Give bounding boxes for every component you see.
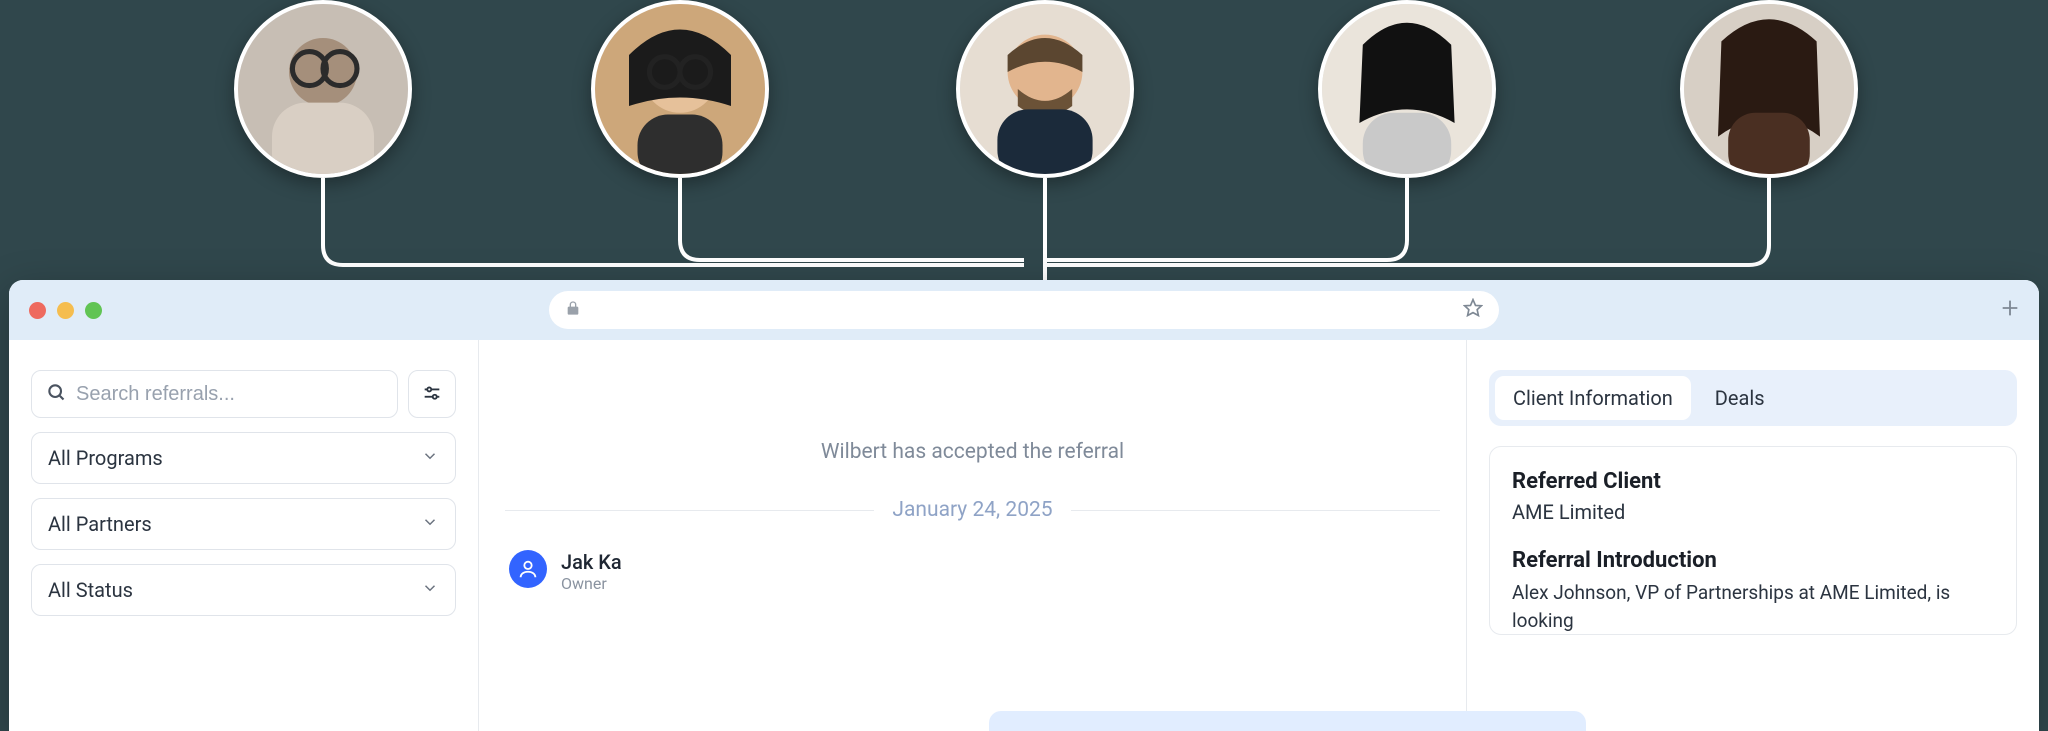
filter-status-select[interactable]: All Status [31, 564, 456, 616]
date-separator: January 24, 2025 [505, 498, 1440, 522]
filter-programs-label: All Programs [48, 446, 163, 470]
referral-intro-heading: Referral Introduction [1512, 548, 1994, 573]
chevron-down-icon [421, 512, 439, 536]
filter-programs-select[interactable]: All Programs [31, 432, 456, 484]
message-bubble [989, 711, 1586, 731]
chevron-down-icon [421, 446, 439, 470]
detail-panel: Client Information Deals Referred Client… [1467, 340, 2039, 731]
tab-client-information-label: Client Information [1513, 386, 1673, 410]
message-meta: Jak Ka Owner [561, 550, 622, 593]
message-user-role: Owner [561, 574, 622, 593]
filter-partners-label: All Partners [48, 512, 152, 536]
activity-feed: Wilbert has accepted the referral Januar… [479, 340, 1467, 731]
search-row [31, 370, 456, 418]
lock-icon [565, 300, 581, 320]
client-info-card: Referred Client AME Limited Referral Int… [1489, 446, 2017, 635]
browser-chrome-bar [9, 280, 2039, 340]
message-row: Jak Ka Owner [505, 550, 1440, 593]
message-user-name: Jak Ka [561, 550, 622, 574]
browser-window: All Programs All Partners All Status Wil [9, 280, 2039, 731]
tab-client-information[interactable]: Client Information [1495, 376, 1691, 420]
filter-sliders-button[interactable] [408, 370, 456, 418]
search-icon [46, 382, 66, 406]
detail-tabs: Client Information Deals [1489, 370, 2017, 426]
tab-deals[interactable]: Deals [1697, 376, 1783, 420]
address-bar[interactable] [549, 291, 1499, 329]
filter-partners-select[interactable]: All Partners [31, 498, 456, 550]
window-close-dot[interactable] [29, 302, 46, 319]
referred-client-name: AME Limited [1512, 500, 1994, 524]
user-avatar-small [509, 550, 547, 588]
chevron-down-icon [421, 578, 439, 602]
filter-status-label: All Status [48, 578, 133, 602]
search-box[interactable] [31, 370, 398, 418]
referred-client-heading: Referred Client [1512, 469, 1994, 494]
plus-icon[interactable] [1999, 297, 2021, 323]
tab-deals-label: Deals [1715, 386, 1765, 410]
referral-intro-body: Alex Johnson, VP of Partnerships at AME … [1512, 579, 1994, 634]
connector-lines [0, 0, 2048, 300]
referrals-sidebar: All Programs All Partners All Status [9, 340, 479, 731]
traffic-lights [29, 302, 102, 319]
window-maximize-dot[interactable] [85, 302, 102, 319]
search-input[interactable] [76, 383, 383, 406]
star-icon[interactable] [1463, 298, 1483, 322]
window-minimize-dot[interactable] [57, 302, 74, 319]
date-separator-label: January 24, 2025 [892, 498, 1052, 522]
app-body: All Programs All Partners All Status Wil [9, 340, 2039, 731]
referral-status-line: Wilbert has accepted the referral [505, 440, 1440, 464]
